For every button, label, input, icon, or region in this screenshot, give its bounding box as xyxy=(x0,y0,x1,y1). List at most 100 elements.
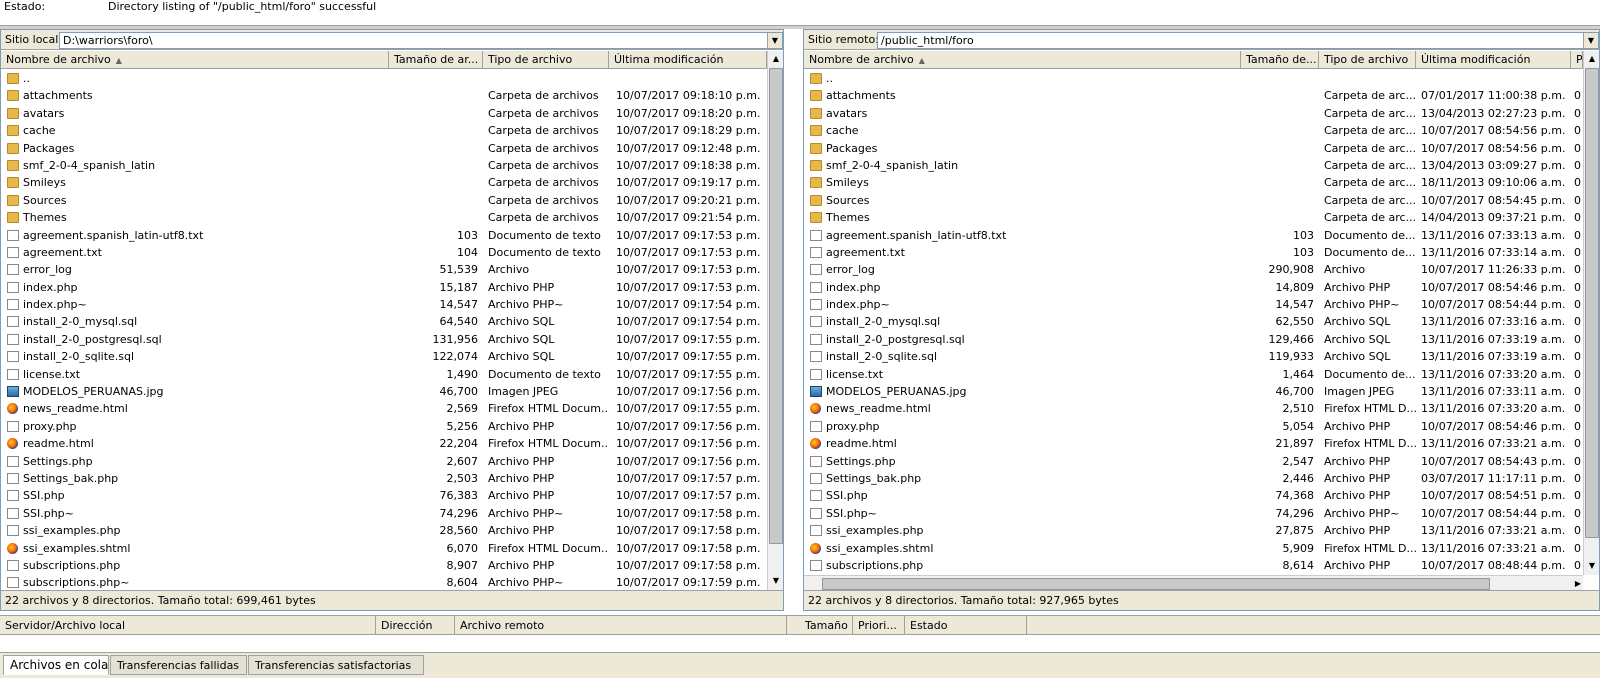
file-row[interactable]: MODELOS_PERUANAS.jpg 46,700 Imagen JPEG 10/… xyxy=(1,383,767,400)
queue-col-status[interactable]: Estado xyxy=(905,616,1027,635)
file-row[interactable]: error_log 290,908 Archivo 10/07/2017 11:26:… xyxy=(804,261,1583,278)
file-row[interactable]: cache Carpeta de archivos 10/07/2017 09:18… xyxy=(1,122,767,139)
queue-col-priority[interactable]: Priori... xyxy=(853,616,905,635)
remote-path-input[interactable]: /public_html/foro ▼ xyxy=(877,32,1599,49)
local-file-list[interactable]: .. attachments Carpeta de archivos 10/07/20… xyxy=(1,70,767,590)
file-row[interactable]: Settings_bak.php 2,446 Archivo PHP 03/07/20… xyxy=(804,470,1583,487)
file-row[interactable]: agreement.spanish_latin-utf8.txt 103 Docum… xyxy=(1,227,767,244)
file-row[interactable]: index.php 15,187 Archivo PHP 10/07/2017 09:… xyxy=(1,279,767,296)
remote-col-type[interactable]: Tipo de archivo xyxy=(1319,51,1416,69)
file-row[interactable]: Themes Carpeta de arc... 14/04/2013 09:37:… xyxy=(804,209,1583,226)
image-file-icon xyxy=(810,386,822,398)
queue-col-remote[interactable]: Archivo remoto xyxy=(455,616,787,635)
file-row[interactable]: agreement.spanish_latin-utf8.txt 103 Docum… xyxy=(804,227,1583,244)
file-row[interactable]: install_2-0_mysql.sql 62,550 Archivo SQL 13… xyxy=(804,313,1583,330)
remote-horizontal-scrollbar[interactable]: ▶ xyxy=(804,575,1583,591)
file-row[interactable]: attachments Carpeta de archivos 10/07/2017… xyxy=(1,87,767,104)
tab-failed-transfers[interactable]: Transferencias fallidas xyxy=(110,655,247,675)
file-modified: 10/07/2017 08:54:45 p.m. xyxy=(1421,193,1566,207)
scroll-thumb[interactable] xyxy=(769,68,783,544)
file-row[interactable]: .. xyxy=(1,70,767,87)
remote-col-size[interactable]: Tamaño de... xyxy=(1241,51,1319,69)
file-row[interactable]: subscriptions.php~ 8,604 Archivo PHP~ 10/07… xyxy=(1,574,767,590)
file-row[interactable]: attachments Carpeta de arc... 07/01/2017 1… xyxy=(804,87,1583,104)
scroll-down-icon[interactable]: ▼ xyxy=(768,573,783,589)
file-row[interactable]: agreement.txt 104 Documento de texto 10/07/… xyxy=(1,244,767,261)
file-row[interactable]: license.txt 1,464 Documento de... 13/11/201… xyxy=(804,366,1583,383)
file-row[interactable]: SSI.php 76,383 Archivo PHP 10/07/2017 09:17… xyxy=(1,487,767,504)
scroll-right-icon[interactable]: ▶ xyxy=(1575,576,1581,591)
file-row[interactable]: SSI.php~ 74,296 Archivo PHP~ 10/07/2017 09:… xyxy=(1,505,767,522)
file-row[interactable]: ssi_examples.shtml 5,909 Firefox HTML D...… xyxy=(804,540,1583,557)
scroll-thumb[interactable] xyxy=(1585,68,1599,538)
remote-vertical-scrollbar[interactable]: ▲ ▼ xyxy=(1583,51,1599,575)
file-row[interactable]: ssi_examples.shtml 6,070 Firefox HTML Docu… xyxy=(1,540,767,557)
tab-queued-files[interactable]: Archivos en cola xyxy=(3,655,109,675)
file-row[interactable]: Sources Carpeta de arc... 10/07/2017 08:54… xyxy=(804,192,1583,209)
file-row[interactable]: SSI.php~ 74,296 Archivo PHP~ 10/07/2017 08:… xyxy=(804,505,1583,522)
file-row[interactable]: proxy.php 5,256 Archivo PHP 10/07/2017 09:1… xyxy=(1,418,767,435)
local-col-name[interactable]: Nombre de archivo ▲ xyxy=(1,51,389,69)
local-path-dropdown-icon[interactable]: ▼ xyxy=(767,33,782,48)
local-vertical-scrollbar[interactable]: ▲ ▼ xyxy=(767,51,783,591)
local-col-type[interactable]: Tipo de archivo xyxy=(483,51,609,69)
file-row[interactable]: index.php~ 14,547 Archivo PHP~ 10/07/2017 0… xyxy=(1,296,767,313)
file-row[interactable]: install_2-0_postgresql.sql 129,466 Archivo… xyxy=(804,331,1583,348)
remote-col-modified[interactable]: Última modificación xyxy=(1416,51,1571,69)
queue-col-direction[interactable]: Dirección xyxy=(376,616,455,635)
file-row[interactable]: agreement.txt 103 Documento de... 13/11/201… xyxy=(804,244,1583,261)
tab-successful-transfers[interactable]: Transferencias satisfactorias xyxy=(248,655,424,675)
file-row[interactable]: Settings.php 2,607 Archivo PHP 10/07/2017 0… xyxy=(1,453,767,470)
remote-col-name[interactable]: Nombre de archivo ▲ xyxy=(804,51,1241,69)
file-row[interactable]: subscriptions.php 8,614 Archivo PHP 10/07/2… xyxy=(804,557,1583,574)
file-row[interactable]: avatars Carpeta de archivos 10/07/2017 09:… xyxy=(1,105,767,122)
file-row[interactable]: error_log 51,539 Archivo 10/07/2017 09:17:5… xyxy=(1,261,767,278)
file-row[interactable]: news_readme.html 2,569 Firefox HTML Docum.… xyxy=(1,400,767,417)
queue-col-local[interactable]: Servidor/Archivo local xyxy=(0,616,376,635)
scroll-down-icon[interactable]: ▼ xyxy=(1584,558,1599,574)
remote-file-list[interactable]: .. attachments Carpeta de arc... 07/01/2017… xyxy=(804,70,1583,574)
file-row[interactable]: proxy.php 5,054 Archivo PHP 10/07/2017 08:5… xyxy=(804,418,1583,435)
file-row[interactable]: ssi_examples.php 28,560 Archivo PHP 10/07/2… xyxy=(1,522,767,539)
file-name: install_2-0_postgresql.sql xyxy=(5,331,385,348)
file-row[interactable]: Themes Carpeta de archivos 10/07/2017 09:2… xyxy=(1,209,767,226)
file-row[interactable]: readme.html 21,897 Firefox HTML D... 13/11/… xyxy=(804,435,1583,452)
file-row[interactable]: Packages Carpeta de arc... 10/07/2017 08:5… xyxy=(804,140,1583,157)
file-row[interactable]: avatars Carpeta de arc... 13/04/2013 02:27… xyxy=(804,105,1583,122)
file-row[interactable]: install_2-0_sqlite.sql 119,933 Archivo SQL… xyxy=(804,348,1583,365)
queue-list[interactable] xyxy=(0,635,1600,652)
file-row[interactable]: .. xyxy=(804,70,1583,87)
scroll-up-icon[interactable]: ▲ xyxy=(1584,51,1599,67)
file-row[interactable]: news_readme.html 2,510 Firefox HTML D... 13… xyxy=(804,400,1583,417)
file-row[interactable]: Smileys Carpeta de archivos 10/07/2017 09:… xyxy=(1,174,767,191)
local-col-modified[interactable]: Última modificación xyxy=(609,51,767,69)
queue-col-size[interactable]: Tamaño xyxy=(800,616,853,635)
file-row[interactable]: index.php~ 14,547 Archivo PHP~ 10/07/2017 0… xyxy=(804,296,1583,313)
file-row[interactable]: subscriptions.php 8,907 Archivo PHP 10/07/2… xyxy=(1,557,767,574)
file-row[interactable]: readme.html 22,204 Firefox HTML Docum... 10… xyxy=(1,435,767,452)
file-row[interactable]: cache Carpeta de arc... 10/07/2017 08:54:5… xyxy=(804,122,1583,139)
file-row[interactable]: index.php 14,809 Archivo PHP 10/07/2017 08:… xyxy=(804,279,1583,296)
file-row[interactable]: Sources Carpeta de archivos 10/07/2017 09:… xyxy=(1,192,767,209)
file-row[interactable]: license.txt 1,490 Documento de texto 10/07/… xyxy=(1,366,767,383)
local-col-size[interactable]: Tamaño de ar... xyxy=(389,51,483,69)
hscroll-thumb[interactable] xyxy=(822,578,1490,590)
file-row[interactable]: install_2-0_postgresql.sql 131,956 Archivo… xyxy=(1,331,767,348)
file-size: 104 xyxy=(457,245,478,259)
file-row[interactable]: install_2-0_sqlite.sql 122,074 Archivo SQL… xyxy=(1,348,767,365)
message-log[interactable]: Estado: Directory listing of "/public_ht… xyxy=(0,0,1600,26)
file-row[interactable]: smf_2-0-4_spanish_latin Carpeta de archiv… xyxy=(1,157,767,174)
file-row[interactable]: smf_2-0-4_spanish_latin Carpeta de arc...… xyxy=(804,157,1583,174)
file-row[interactable]: install_2-0_mysql.sql 64,540 Archivo SQL 10… xyxy=(1,313,767,330)
file-row[interactable]: ssi_examples.php 27,875 Archivo PHP 13/11/2… xyxy=(804,522,1583,539)
file-row[interactable]: Smileys Carpeta de arc... 18/11/2013 09:10… xyxy=(804,174,1583,191)
file-row[interactable]: Settings.php 2,547 Archivo PHP 10/07/2017 0… xyxy=(804,453,1583,470)
remote-col-permissions[interactable]: P xyxy=(1571,51,1583,69)
local-path-input[interactable]: D:\warriors\foro\ ▼ xyxy=(59,32,783,49)
file-row[interactable]: MODELOS_PERUANAS.jpg 46,700 Imagen JPEG 13/… xyxy=(804,383,1583,400)
file-row[interactable]: Settings_bak.php 2,503 Archivo PHP 10/07/20… xyxy=(1,470,767,487)
remote-path-dropdown-icon[interactable]: ▼ xyxy=(1583,33,1598,48)
file-row[interactable]: SSI.php 74,368 Archivo PHP 10/07/2017 08:54… xyxy=(804,487,1583,504)
file-row[interactable]: Packages Carpeta de archivos 10/07/2017 09… xyxy=(1,140,767,157)
scroll-up-icon[interactable]: ▲ xyxy=(768,51,783,67)
